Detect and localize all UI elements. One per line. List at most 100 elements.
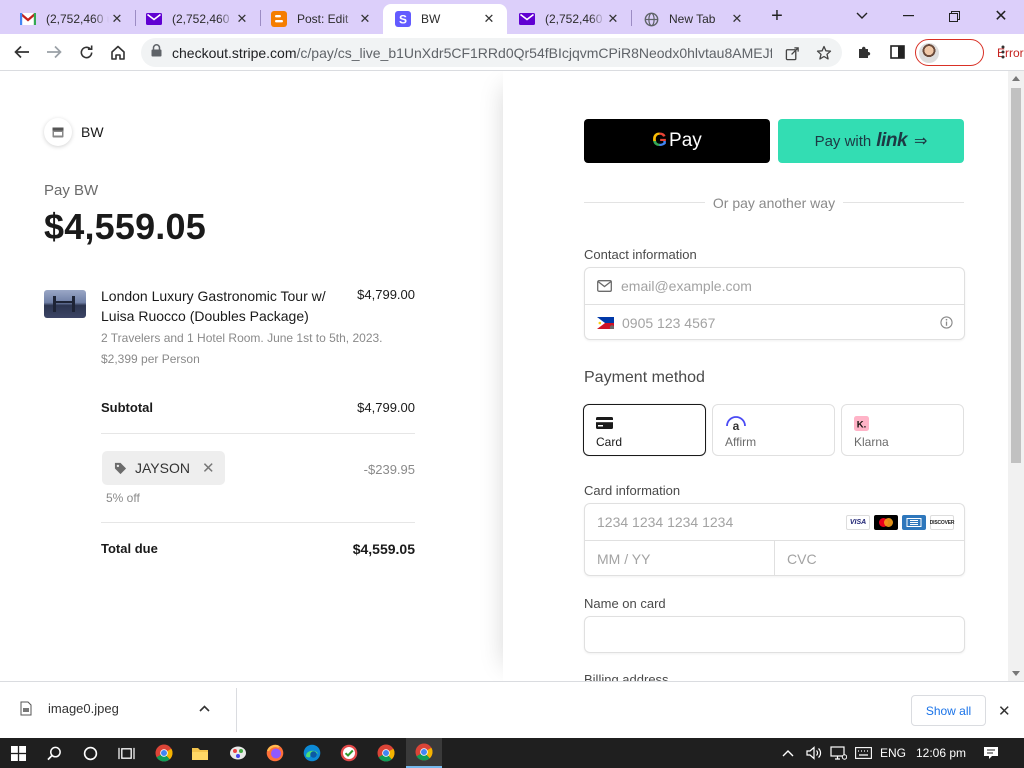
file-explorer-icon[interactable]: [182, 738, 218, 768]
payment-method-klarna[interactable]: K. Klarna: [841, 404, 964, 456]
close-icon[interactable]: ✕: [605, 11, 621, 27]
svg-text:S: S: [399, 13, 407, 27]
divider: [236, 688, 237, 732]
subtotal-label: Subtotal: [101, 400, 153, 415]
scroll-down-arrow-icon[interactable]: [1012, 671, 1020, 676]
browser-menu-button[interactable]: [989, 38, 1017, 66]
philippines-flag-icon[interactable]: [597, 316, 614, 329]
tag-icon: [114, 462, 127, 475]
task-check-icon[interactable]: [331, 738, 367, 768]
svg-text:a: a: [733, 419, 740, 432]
image-file-icon: [20, 701, 32, 716]
reload-button[interactable]: [72, 38, 100, 66]
tab-gmail[interactable]: (2,752,460 unread) ✕: [8, 4, 135, 34]
affirm-icon: a: [725, 414, 822, 432]
new-tab-button[interactable]: +: [755, 0, 799, 32]
download-item[interactable]: image0.jpeg: [20, 701, 210, 716]
tab-yahoo-mail-2[interactable]: (2,752,460 unread) ✕: [507, 4, 631, 34]
network-icon[interactable]: [830, 738, 847, 768]
info-icon[interactable]: [940, 316, 953, 329]
tray-chevron-up-icon[interactable]: [782, 738, 794, 768]
share-icon[interactable]: [783, 44, 801, 62]
gmail-icon: [20, 11, 36, 27]
total-value: $4,559.05: [352, 541, 415, 557]
tab-yahoo-mail-1[interactable]: (2,752,460 unread) ✕: [134, 4, 260, 34]
merchant-header[interactable]: BW: [44, 118, 104, 146]
payment-method-label: Affirm: [725, 435, 757, 449]
firefox-icon[interactable]: [257, 738, 293, 768]
address-bar[interactable]: checkout.stripe.com/c/pay/cs_live_b1UnXd…: [141, 38, 842, 67]
link-brand-label: link: [876, 130, 908, 151]
tab-search-button[interactable]: [840, 0, 884, 32]
close-icon[interactable]: ✕: [729, 11, 745, 27]
notifications-icon[interactable]: [983, 738, 999, 768]
chrome-active-icon[interactable]: [406, 738, 442, 768]
phone-field[interactable]: 0905 123 4567: [585, 304, 964, 340]
home-button[interactable]: [104, 38, 132, 66]
edge-icon[interactable]: [294, 738, 330, 768]
extensions-button[interactable]: [851, 38, 879, 66]
back-button[interactable]: [8, 38, 36, 66]
tab-title: (2,752,460 unread): [545, 12, 605, 26]
product-description: 2 Travelers and 1 Hotel Room. June 1st t…: [101, 331, 383, 366]
chrome-icon[interactable]: [368, 738, 404, 768]
page-scrollbar[interactable]: [1008, 71, 1024, 681]
app-icon[interactable]: [220, 738, 256, 768]
kebab-menu-icon: [1001, 45, 1005, 59]
chevron-up-icon[interactable]: [199, 705, 210, 712]
promo-discount-note: 5% off: [106, 491, 140, 505]
volume-icon[interactable]: [806, 738, 822, 768]
close-icon[interactable]: ✕: [481, 11, 497, 27]
cvc-field[interactable]: CVC: [775, 540, 964, 576]
close-icon[interactable]: ✕: [357, 11, 373, 27]
email-placeholder: email@example.com: [621, 278, 752, 294]
tab-title: New Tab: [669, 12, 716, 26]
stripe-icon: S: [395, 11, 411, 27]
product-title: London Luxury Gastronomic Tour w/ Luisa …: [101, 288, 326, 324]
tab-stripe-bw[interactable]: S BW ✕: [383, 4, 507, 34]
tab-blogger[interactable]: Post: Edit ✕: [259, 4, 383, 34]
remove-promo-button[interactable]: ✕: [202, 459, 215, 477]
email-field[interactable]: email@example.com: [585, 268, 964, 304]
card-number-field[interactable]: 1234 1234 1234 1234 VISA DISCOVER: [585, 504, 964, 540]
profile-button[interactable]: Error: [915, 39, 1024, 66]
payment-method-affirm[interactable]: a Affirm: [712, 404, 835, 456]
side-panel-button[interactable]: [883, 38, 911, 66]
restore-button[interactable]: [932, 0, 976, 32]
close-icon[interactable]: ✕: [109, 11, 125, 27]
close-icon[interactable]: ✕: [234, 11, 250, 27]
chrome-icon[interactable]: [146, 738, 182, 768]
name-on-card-field[interactable]: [584, 616, 965, 653]
language-indicator[interactable]: ENG: [880, 738, 906, 768]
arrow-right-icon: ⇒: [914, 133, 928, 150]
pay-with-link-button[interactable]: Pay with link ⇒: [778, 119, 964, 163]
contact-fields: email@example.com 0905 123 4567: [584, 267, 965, 340]
search-icon[interactable]: [36, 738, 72, 768]
task-view-icon[interactable]: [108, 738, 144, 768]
card-icon: [596, 414, 693, 432]
start-windows-icon[interactable]: [0, 738, 36, 768]
lock-icon[interactable]: [151, 43, 162, 62]
minimize-button[interactable]: [886, 0, 930, 32]
klarna-icon: K.: [854, 414, 951, 432]
bookmark-star-icon[interactable]: [815, 44, 833, 62]
payment-method-card[interactable]: Card: [583, 404, 706, 456]
forward-button[interactable]: [40, 38, 68, 66]
gpay-label: Pay: [669, 130, 702, 151]
google-pay-button[interactable]: G Pay: [584, 119, 770, 163]
scrollbar-thumb[interactable]: [1011, 88, 1021, 463]
show-all-downloads-button[interactable]: Show all: [911, 695, 986, 726]
cortana-icon[interactable]: [72, 738, 108, 768]
yahoo-mail-icon: [146, 11, 162, 27]
order-summary: BW Pay BW $4,559.05 London Luxury Gastro…: [0, 71, 503, 681]
scroll-up-arrow-icon[interactable]: [1012, 76, 1020, 81]
side-panel-icon: [889, 45, 905, 59]
expiry-field[interactable]: MM / YY: [585, 540, 775, 576]
visa-icon: VISA: [846, 515, 870, 530]
clock[interactable]: 12:06 pm: [916, 738, 966, 768]
keyboard-icon[interactable]: [855, 738, 872, 768]
tab-title: Post: Edit: [297, 12, 349, 26]
tab-new-tab[interactable]: New Tab ✕: [631, 4, 755, 34]
close-shelf-button[interactable]: ✕: [998, 702, 1011, 720]
close-window-button[interactable]: ✕: [979, 0, 1023, 32]
